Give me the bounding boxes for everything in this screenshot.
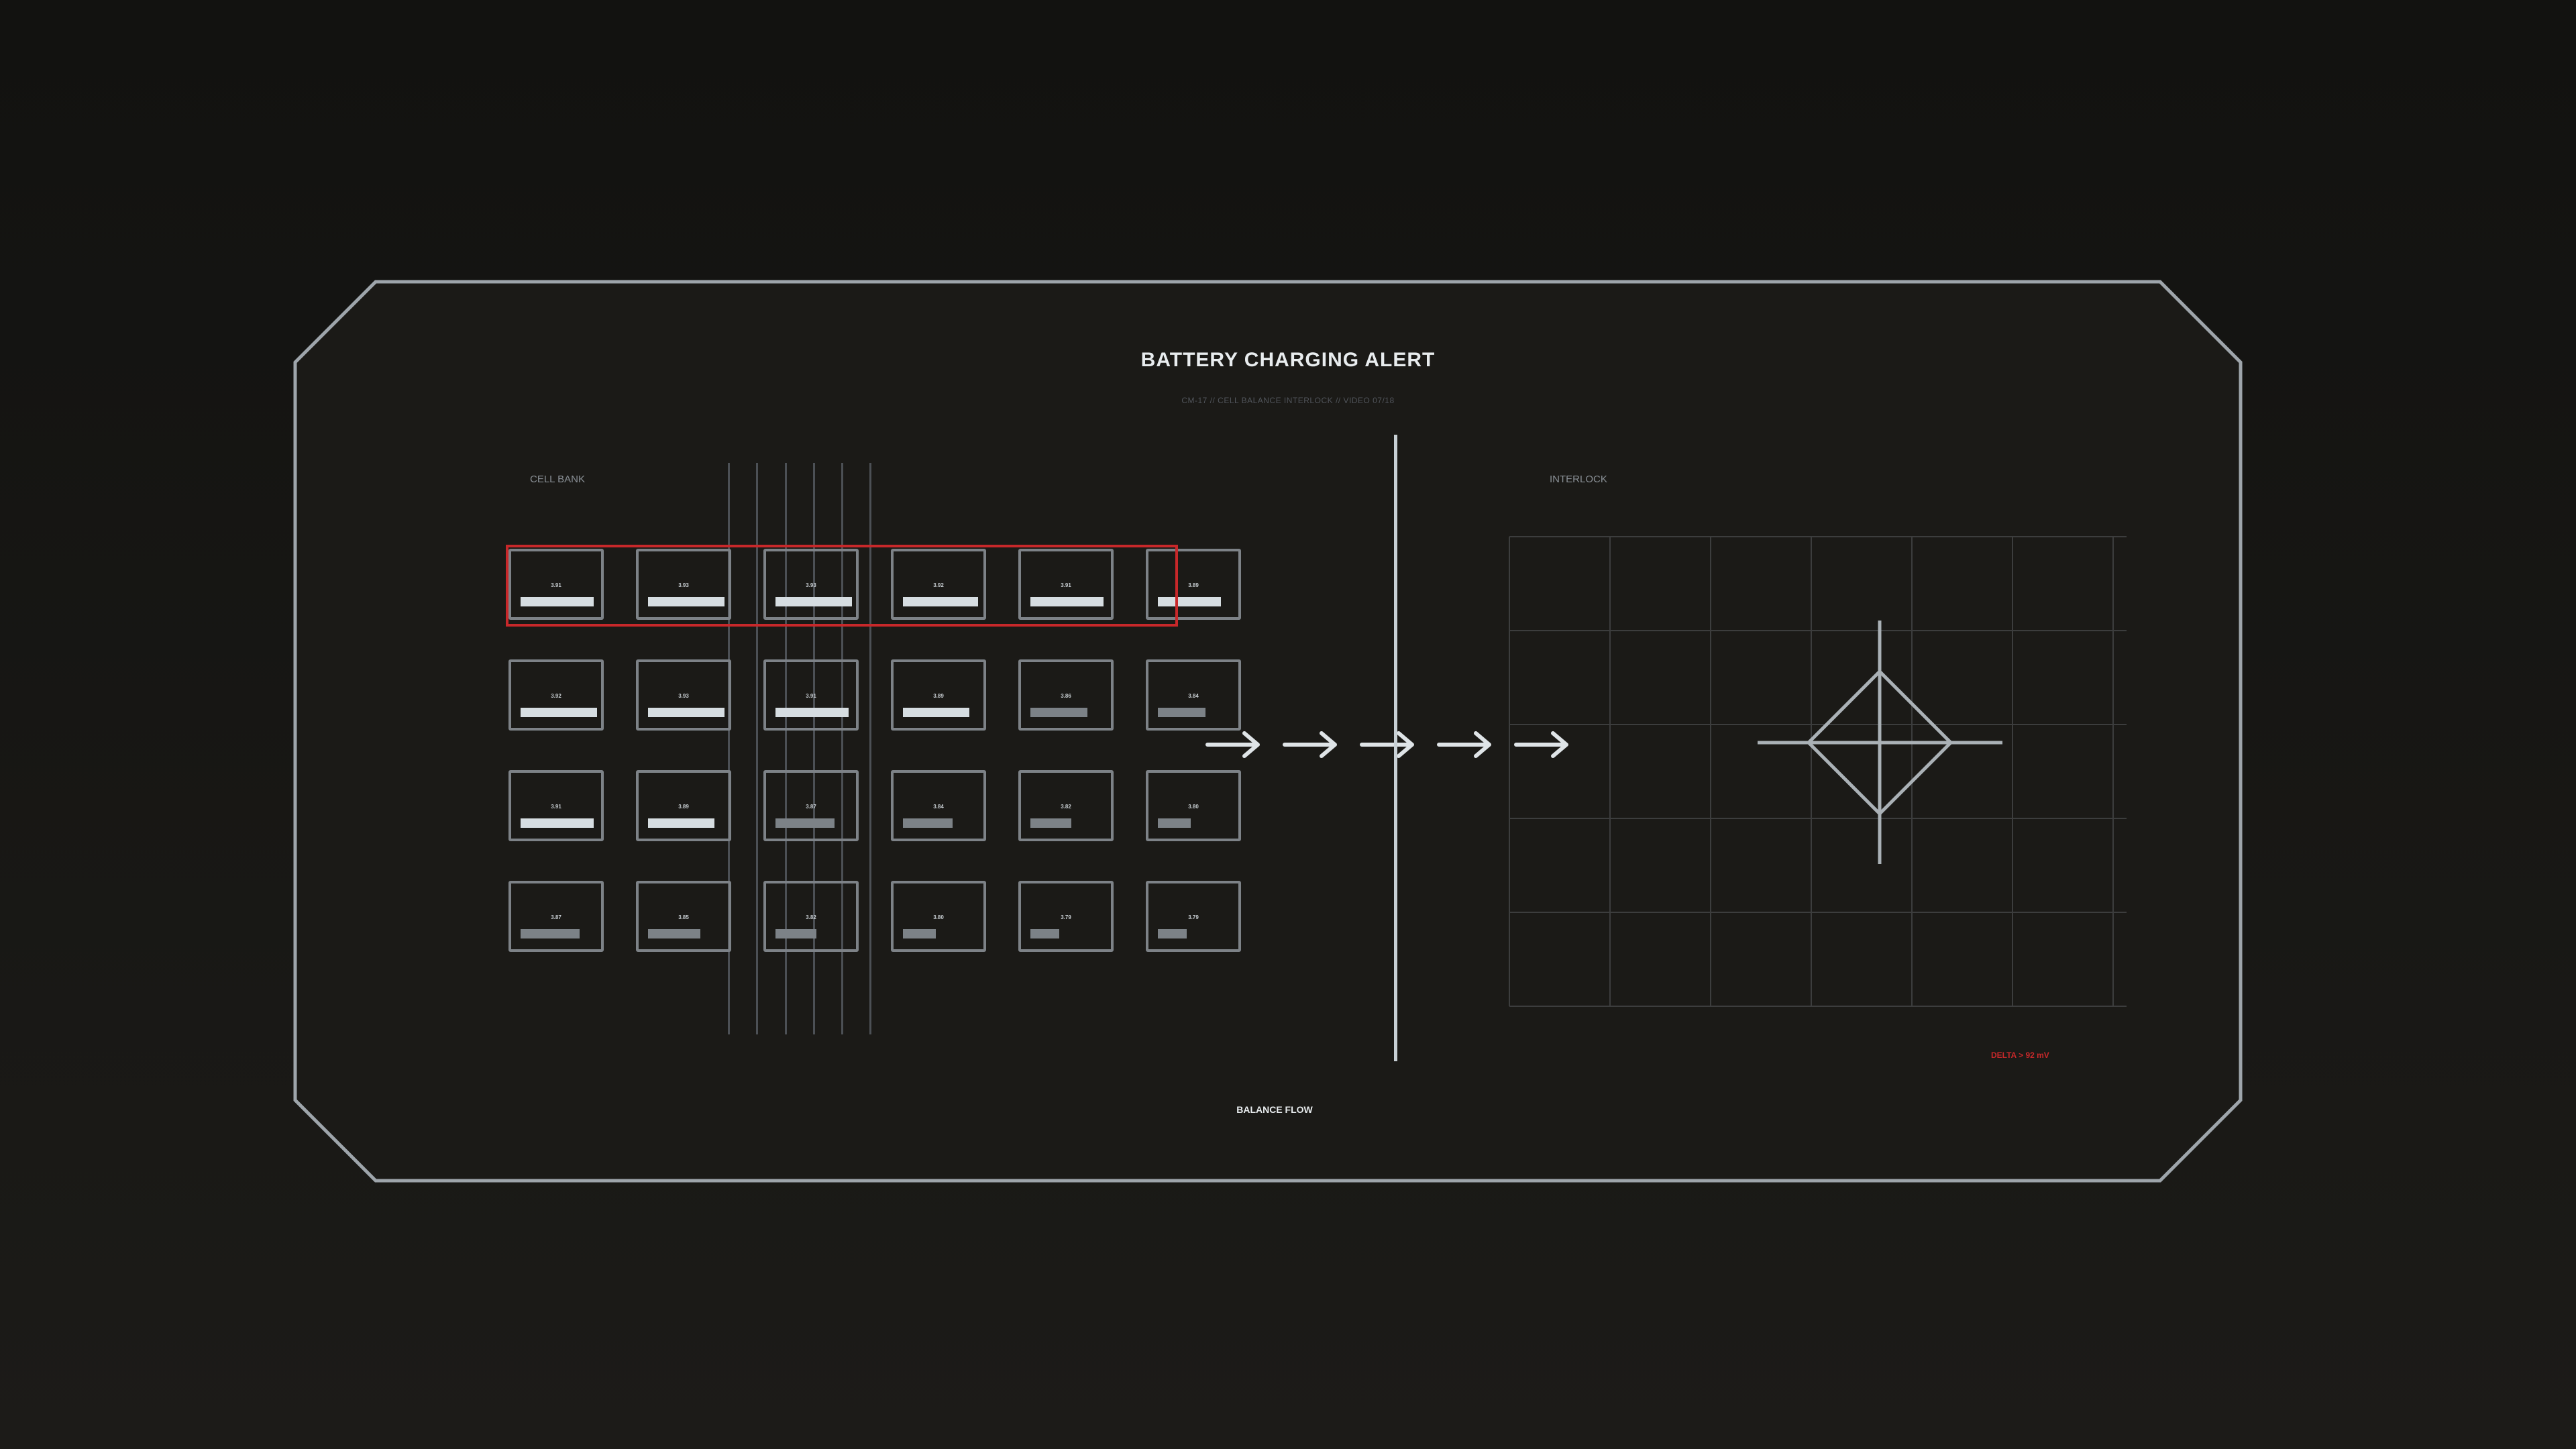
battery-cell[interactable]: 3.84 bbox=[1146, 659, 1241, 731]
battery-cell[interactable]: 3.89 bbox=[891, 659, 986, 731]
cell-charge-bar bbox=[775, 929, 816, 938]
interlock-label: INTERLOCK bbox=[1550, 474, 1607, 485]
cell-voltage: 3.82 bbox=[806, 914, 816, 920]
cell-charge-bar bbox=[1030, 929, 1059, 938]
cell-voltage: 3.80 bbox=[1188, 804, 1199, 810]
battery-cell[interactable]: 3.87 bbox=[763, 770, 859, 841]
page-subtitle: CM-17 // CELL BALANCE INTERLOCK // VIDEO… bbox=[1181, 396, 1395, 405]
cell-charge-bar bbox=[1158, 929, 1187, 938]
panel-outline bbox=[293, 280, 2243, 1183]
cell-charge-bar bbox=[1030, 818, 1071, 828]
cell-voltage: 3.89 bbox=[933, 693, 944, 699]
battery-cell[interactable]: 3.82 bbox=[763, 881, 859, 952]
battery-cell[interactable]: 3.80 bbox=[891, 881, 986, 952]
balance-flow-label: BALANCE FLOW bbox=[1236, 1104, 1313, 1115]
battery-cell[interactable]: 3.80 bbox=[1146, 770, 1241, 841]
cell-voltage: 3.79 bbox=[1188, 914, 1199, 920]
cell-voltage: 3.80 bbox=[933, 914, 944, 920]
cell-charge-bar bbox=[521, 929, 580, 938]
battery-cell[interactable]: 3.91 bbox=[508, 770, 604, 841]
cell-charge-bar bbox=[903, 929, 936, 938]
cell-charge-bar bbox=[903, 708, 969, 717]
hud-frame bbox=[293, 280, 2243, 1183]
battery-cell[interactable]: 3.82 bbox=[1018, 770, 1114, 841]
cell-voltage: 3.89 bbox=[678, 804, 689, 810]
battery-cell[interactable]: 3.89 bbox=[636, 770, 731, 841]
cell-charge-bar bbox=[521, 818, 594, 828]
cell-voltage: 3.84 bbox=[1188, 693, 1199, 699]
battery-cell[interactable]: 3.79 bbox=[1018, 881, 1114, 952]
cell-voltage: 3.92 bbox=[551, 693, 561, 699]
cell-voltage: 3.91 bbox=[806, 693, 816, 699]
battery-cell[interactable]: 3.92 bbox=[508, 659, 604, 731]
cell-bank-label: CELL BANK bbox=[530, 474, 585, 485]
battery-cell[interactable]: 3.91 bbox=[763, 659, 859, 731]
page-title: BATTERY CHARGING ALERT bbox=[1140, 349, 1436, 371]
cell-charge-bar bbox=[648, 929, 700, 938]
cell-voltage: 3.79 bbox=[1061, 914, 1071, 920]
cell-charge-bar bbox=[775, 818, 835, 828]
cell-voltage: 3.93 bbox=[678, 693, 689, 699]
cell-voltage: 3.84 bbox=[933, 804, 944, 810]
battery-cell[interactable]: 3.93 bbox=[636, 659, 731, 731]
cell-charge-bar bbox=[1158, 818, 1191, 828]
battery-cell[interactable]: 3.85 bbox=[636, 881, 731, 952]
cell-charge-bar bbox=[521, 708, 597, 717]
delta-alert-label: DELTA > 92 mV bbox=[1991, 1051, 2049, 1060]
cell-charge-bar bbox=[1158, 708, 1205, 717]
alert-row-highlight bbox=[506, 545, 1178, 627]
cell-charge-bar bbox=[648, 818, 714, 828]
cell-charge-bar bbox=[648, 708, 724, 717]
battery-cell[interactable]: 3.86 bbox=[1018, 659, 1114, 731]
cell-voltage: 3.85 bbox=[678, 914, 689, 920]
cell-charge-bar bbox=[903, 818, 953, 828]
battery-cell[interactable]: 3.79 bbox=[1146, 881, 1241, 952]
cell-voltage: 3.87 bbox=[551, 914, 561, 920]
cell-voltage: 3.91 bbox=[551, 804, 561, 810]
cell-charge-bar bbox=[775, 708, 849, 717]
cell-voltage: 3.82 bbox=[1061, 804, 1071, 810]
cell-voltage: 3.86 bbox=[1061, 693, 1071, 699]
cell-voltage: 3.87 bbox=[806, 804, 816, 810]
section-divider bbox=[1394, 435, 1397, 1061]
battery-cell[interactable]: 3.84 bbox=[891, 770, 986, 841]
cell-charge-bar bbox=[1030, 708, 1087, 717]
battery-cell[interactable]: 3.87 bbox=[508, 881, 604, 952]
